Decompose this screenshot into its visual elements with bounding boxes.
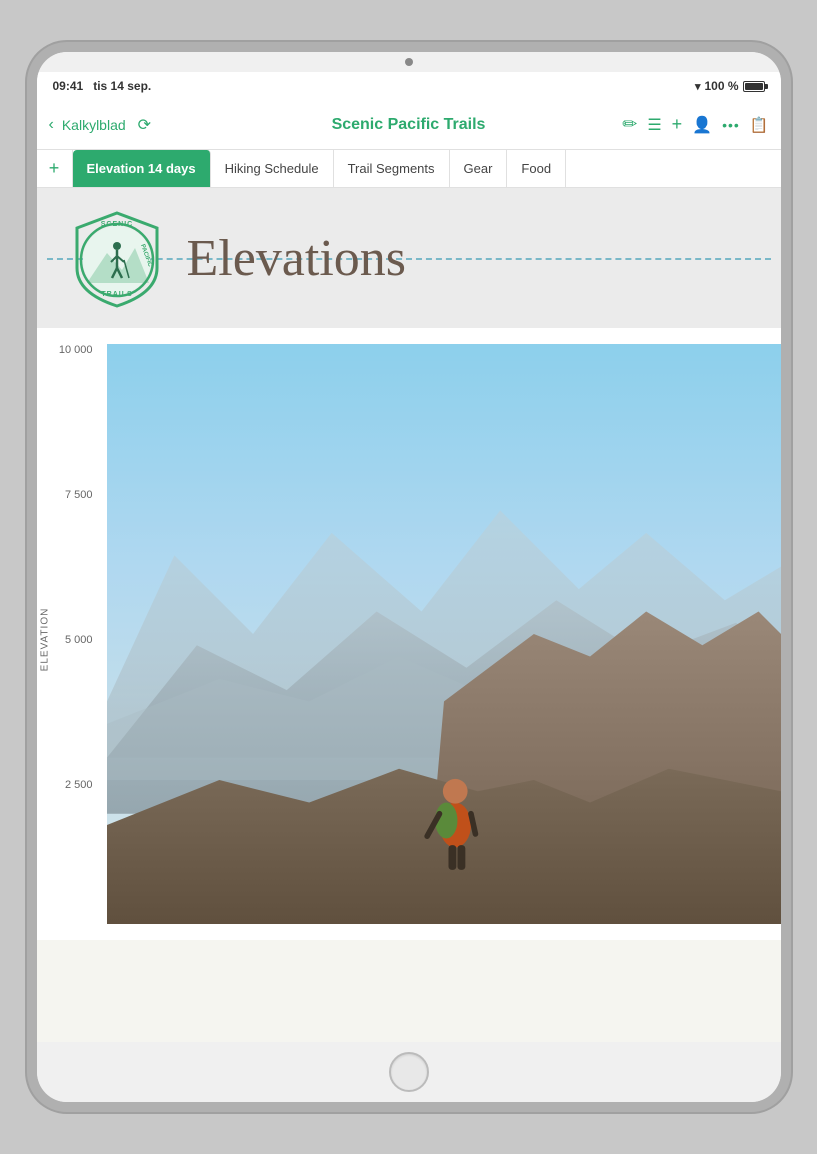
camera-dot (405, 58, 413, 66)
recents-icon[interactable]: ⟳ (138, 115, 151, 135)
page-header: SCENIC TRAILS PACIFIC Elevations (37, 188, 781, 328)
svg-text:SCENIC: SCENIC (100, 221, 132, 228)
home-button[interactable] (389, 1052, 429, 1092)
y-tick-10000: 10 000 (59, 344, 93, 356)
chart-area: ELEVATION 10 000 7 500 5 000 2 500 (37, 328, 781, 940)
y-tick-7500: 7 500 (65, 489, 93, 501)
annotate-icon[interactable]: ✏ (622, 114, 637, 135)
y-tick-5000: 5 000 (65, 634, 93, 646)
status-date: tis 14 sep. (93, 79, 151, 93)
logo-badge: SCENIC TRAILS PACIFIC (67, 208, 167, 308)
status-bar: 09:41 tis 14 sep. ▾ 100 % (37, 72, 781, 100)
format-icon[interactable]: ☰ (647, 115, 661, 135)
y-axis-values: 10 000 7 500 5 000 2 500 (59, 344, 99, 924)
tab-elevation[interactable]: Elevation 14 days (73, 150, 211, 187)
toolbar-center: Scenic Pacific Trails (289, 116, 529, 134)
wifi-icon: ▾ (695, 80, 701, 93)
tab-food[interactable]: Food (507, 150, 566, 187)
tab-trail[interactable]: Trail Segments (334, 150, 450, 187)
camera-area (37, 52, 781, 72)
chart-main (107, 344, 781, 924)
tabs-bar: + Elevation 14 days Hiking Schedule Trai… (37, 150, 781, 188)
tab-gear[interactable]: Gear (450, 150, 508, 187)
add-icon[interactable]: + (672, 114, 683, 135)
toolbar: ‹ Kalkylblad ⟳ Scenic Pacific Trails ✏ ☰… (37, 100, 781, 150)
battery-icon (743, 81, 765, 92)
toolbar-right: ✏ ☰ + 👤 ••• 📋 (529, 114, 769, 135)
tab-hiking[interactable]: Hiking Schedule (211, 150, 334, 187)
add-tab-button[interactable]: + (37, 150, 73, 187)
y-tick-2500: 2 500 (65, 779, 93, 791)
status-time: 09:41 (53, 79, 84, 93)
y-axis: ELEVATION 10 000 7 500 5 000 2 500 (37, 344, 107, 924)
y-axis-label: ELEVATION (39, 608, 50, 672)
back-icon[interactable]: ‹ (49, 116, 54, 134)
more-icon[interactable]: ••• (722, 117, 740, 133)
status-time-date: 09:41 tis 14 sep. (53, 79, 152, 93)
toolbar-left: ‹ Kalkylblad ⟳ (49, 115, 289, 135)
svg-text:TRAILS: TRAILS (101, 291, 132, 298)
status-indicators: ▾ 100 % (695, 79, 765, 93)
collaborate-icon[interactable]: 👤 (692, 115, 712, 135)
page-title: Elevations (187, 229, 407, 288)
main-content: SCENIC TRAILS PACIFIC Elevations ELEVATI… (37, 188, 781, 1042)
back-button[interactable]: Kalkylblad (62, 117, 126, 133)
ipad-device: 09:41 tis 14 sep. ▾ 100 % ‹ Kalkylblad ⟳… (37, 52, 781, 1102)
battery-pct: 100 % (704, 79, 738, 93)
photo-overlay (107, 344, 781, 924)
export-icon[interactable]: 📋 (750, 116, 769, 134)
document-title: Scenic Pacific Trails (332, 116, 486, 134)
home-button-area (37, 1042, 781, 1102)
